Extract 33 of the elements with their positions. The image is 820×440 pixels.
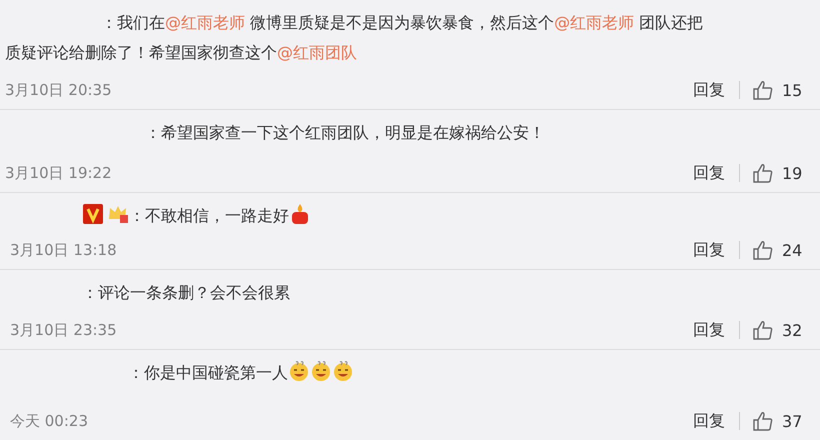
like-button[interactable]: 19 xyxy=(752,162,810,184)
thumbs-up-icon xyxy=(752,239,774,261)
reply-link[interactable]: 回复 xyxy=(693,81,740,99)
comment-text: 质疑评论给删除了！希望国家彻查这个 xyxy=(5,43,277,62)
comment-time: 3月10日 13:18 xyxy=(10,240,118,260)
reply-link[interactable]: 回复 xyxy=(693,321,740,339)
like-button[interactable]: 37 xyxy=(752,410,810,432)
comment-text: ：希望国家查一下这个红雨团队，明显是在嫁祸给公安！ xyxy=(145,123,545,142)
comment-text: 团队还把 xyxy=(638,13,704,32)
comment-text: ：评论一条条删？会不会很累 xyxy=(82,283,290,302)
comment-time: 3月10日 20:35 xyxy=(5,80,113,100)
comment-text: 微博里质疑是不是因为暴饮暴食，然后这个 xyxy=(249,13,554,32)
comment-text: ：我们在 xyxy=(101,13,165,32)
like-button[interactable]: 32 xyxy=(752,319,810,341)
like-button[interactable]: 24 xyxy=(752,239,810,261)
verified-badge-icon xyxy=(82,203,104,225)
thumbs-up-icon xyxy=(752,319,774,341)
dizzy-face-icon xyxy=(332,360,354,382)
thumbs-up-icon xyxy=(752,79,774,101)
like-button[interactable]: 15 xyxy=(752,79,810,101)
thumbs-up-icon xyxy=(752,410,774,432)
comment-time: 3月10日 23:35 xyxy=(10,320,118,340)
comment-text: ：你是中国碰瓷第一人 xyxy=(128,363,288,382)
comment-time: 3月10日 19:22 xyxy=(5,164,113,182)
candle-icon xyxy=(289,203,311,225)
reply-link[interactable]: 回复 xyxy=(693,164,740,182)
reply-link[interactable]: 回复 xyxy=(693,412,740,430)
reply-link[interactable]: 回复 xyxy=(693,241,740,259)
comment-text: ：不敢相信，一路走好 xyxy=(129,206,289,225)
dizzy-face-icon xyxy=(288,360,310,382)
dizzy-face-icon xyxy=(310,360,332,382)
comment-time: 今天 00:23 xyxy=(10,412,89,430)
thumbs-up-icon xyxy=(752,162,774,184)
